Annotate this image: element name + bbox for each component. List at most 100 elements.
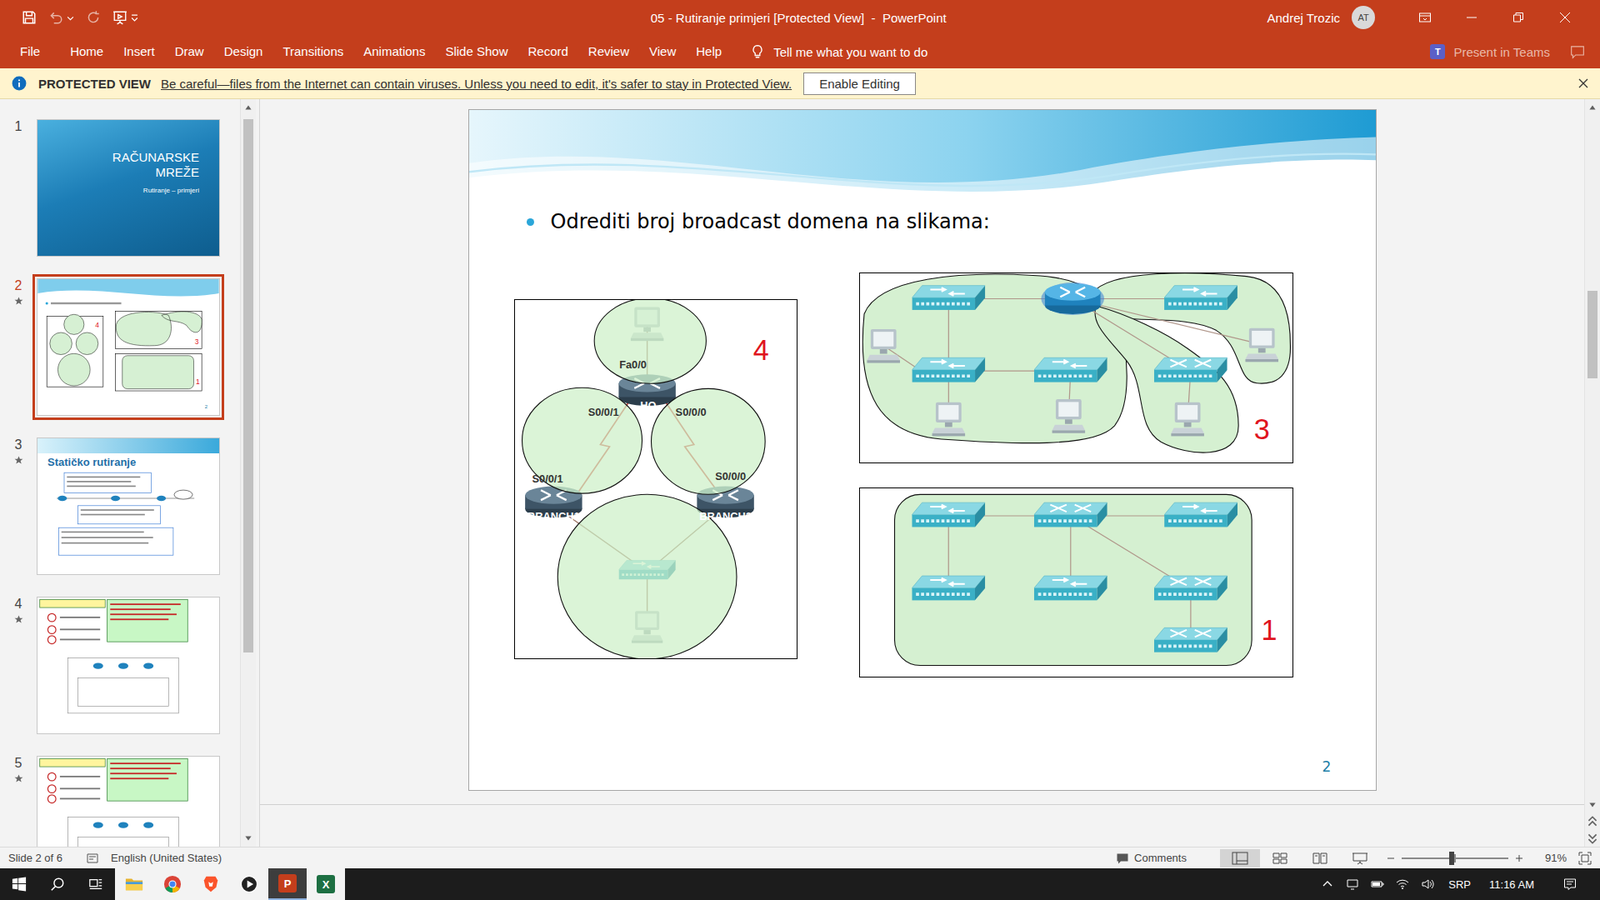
user-avatar[interactable]: AT [1351,5,1375,30]
taskbar-app[interactable]: P [268,868,307,900]
thumbnail-item[interactable]: 5 [0,755,240,847]
comments-button[interactable]: Comments [1115,851,1187,865]
enable-editing-button[interactable]: Enable Editing [803,72,916,95]
task-view-button[interactable] [76,868,115,900]
switch-icon[interactable] [1033,357,1107,382]
taskbar-app[interactable] [230,868,269,900]
slide-thumbnail[interactable] [36,755,220,847]
ribbon-tab[interactable]: Help [685,35,732,69]
taskbar-app[interactable] [153,868,192,900]
ribbon-tab[interactable]: Review [578,35,640,69]
redo-icon[interactable] [85,10,101,25]
reading-view-icon[interactable] [1300,849,1340,868]
router-icon[interactable] [1044,283,1100,315]
show-hidden-icons-icon[interactable] [1320,877,1335,891]
scroll-thumb[interactable] [1587,290,1598,379]
fit-to-window-icon[interactable] [1578,851,1592,865]
language-indicator[interactable]: English (United States) [110,851,222,865]
ribbon-tab[interactable]: Record [517,35,578,69]
close-bar-icon[interactable] [1576,76,1590,90]
zoom-slider[interactable] [1401,857,1509,860]
previous-slide-icon[interactable] [1587,815,1598,829]
slide-scrollbar[interactable] [1584,99,1600,847]
user-name[interactable]: Andrej Trozic [1266,10,1340,25]
network-diagram[interactable]: Fa0/0HQS0/0/1S0/0/0S0/0/1S0/0/0BRANCH1BR… [514,299,798,660]
pc-icon[interactable] [1051,399,1085,434]
undo-dropdown-icon[interactable] [66,14,75,22]
scroll-thumb[interactable] [243,119,254,653]
zoom-in-icon[interactable] [1515,854,1524,863]
pc-icon[interactable] [866,329,900,364]
next-slide-icon[interactable] [1587,831,1598,845]
pc-icon[interactable] [931,402,965,437]
zoom-handle[interactable] [1449,851,1455,865]
spell-check-icon[interactable] [85,851,100,865]
undo-icon[interactable] [48,10,64,25]
thumbnail-item[interactable]: 1RAČUNARSKE MREŽERutiranje – primjeri [0,119,240,257]
customize-toolbar-icon[interactable] [130,14,139,22]
bullet-text[interactable]: Odrediti broj broadcast domena na slikam… [550,207,990,236]
switch-icon[interactable] [911,502,985,527]
save-icon[interactable] [21,10,37,25]
thumbnail-item[interactable]: 24312 [0,278,240,416]
slide-thumbnail[interactable]: RAČUNARSKE MREŽERutiranje – primjeri [36,119,220,257]
switch-icon[interactable] [911,575,985,600]
switch-icon[interactable] [1164,502,1238,527]
volume-icon[interactable] [1420,877,1435,891]
scroll-down-icon[interactable] [1587,800,1598,810]
ribbon-tab[interactable]: Design [214,35,274,69]
ribbon-tab[interactable]: Transitions [272,35,354,69]
ribbon-tab[interactable]: File [10,35,50,69]
switch-icon[interactable] [1033,502,1107,527]
slide-thumbnail[interactable] [36,596,220,735]
search-button[interactable] [38,868,77,900]
taskbar-app[interactable] [191,868,230,900]
wifi-icon[interactable] [1395,877,1410,891]
network-diagram[interactable]: 3 [859,272,1294,464]
tell-me-search[interactable]: Tell me what you want to do [750,44,928,60]
zoom-out-icon[interactable] [1386,854,1395,863]
input-language[interactable]: SRP [1448,878,1471,891]
present-in-teams-button[interactable]: TPresent in Teams [1430,44,1550,60]
restore-icon[interactable] [1511,10,1525,25]
switch-icon[interactable] [1164,285,1238,310]
slide-sorter-icon[interactable] [1260,849,1300,868]
switch-icon[interactable] [1153,627,1227,652]
scroll-up-icon[interactable] [1587,102,1598,113]
scroll-up-icon[interactable] [243,102,254,113]
battery-icon[interactable] [1370,877,1385,891]
switch-icon[interactable] [911,285,985,310]
slideshow-view-icon[interactable] [1340,849,1380,868]
minimize-icon[interactable] [1465,10,1479,25]
display-icon[interactable] [1345,877,1360,891]
switch-icon[interactable] [1033,575,1107,600]
ribbon-tab[interactable]: Slide Show [435,35,518,69]
pc-icon[interactable] [1170,402,1205,437]
switch-icon[interactable] [911,357,985,382]
zoom-level[interactable]: 91% [1545,851,1567,865]
switch-icon[interactable] [1153,357,1227,382]
ribbon-tab[interactable]: View [639,35,686,69]
ribbon-tab[interactable]: Insert [113,35,165,69]
pc-icon[interactable] [1245,328,1279,363]
taskbar-app[interactable]: X [306,868,345,900]
slide-thumbnail[interactable]: 4312 [36,278,220,416]
start-button[interactable] [0,868,39,900]
ribbon-tab[interactable]: Animations [353,35,435,69]
protected-view-message[interactable]: Be careful—files from the Internet can c… [160,76,792,91]
close-icon[interactable] [1558,10,1572,25]
taskbar-app[interactable] [115,868,154,900]
scroll-down-icon[interactable] [243,833,254,844]
thumbnail-scrollbar[interactable] [240,99,256,847]
slide-thumbnail[interactable]: Statičko rutiranje [36,437,220,575]
ribbon-display-options-icon[interactable] [1418,10,1432,25]
thumbnail-item[interactable]: 4 [0,596,240,735]
start-slideshow-icon[interactable] [112,10,128,25]
clock[interactable]: 11:16 AM [1489,878,1535,891]
notifications-icon[interactable] [1563,877,1577,891]
ribbon-tab[interactable]: Draw [165,35,215,69]
ribbon-tab[interactable]: Home [60,35,114,69]
comments-icon[interactable] [1570,44,1585,60]
notes-separator[interactable] [260,804,1585,805]
thumbnail-item[interactable]: 3Statičko rutiranje [0,437,240,575]
